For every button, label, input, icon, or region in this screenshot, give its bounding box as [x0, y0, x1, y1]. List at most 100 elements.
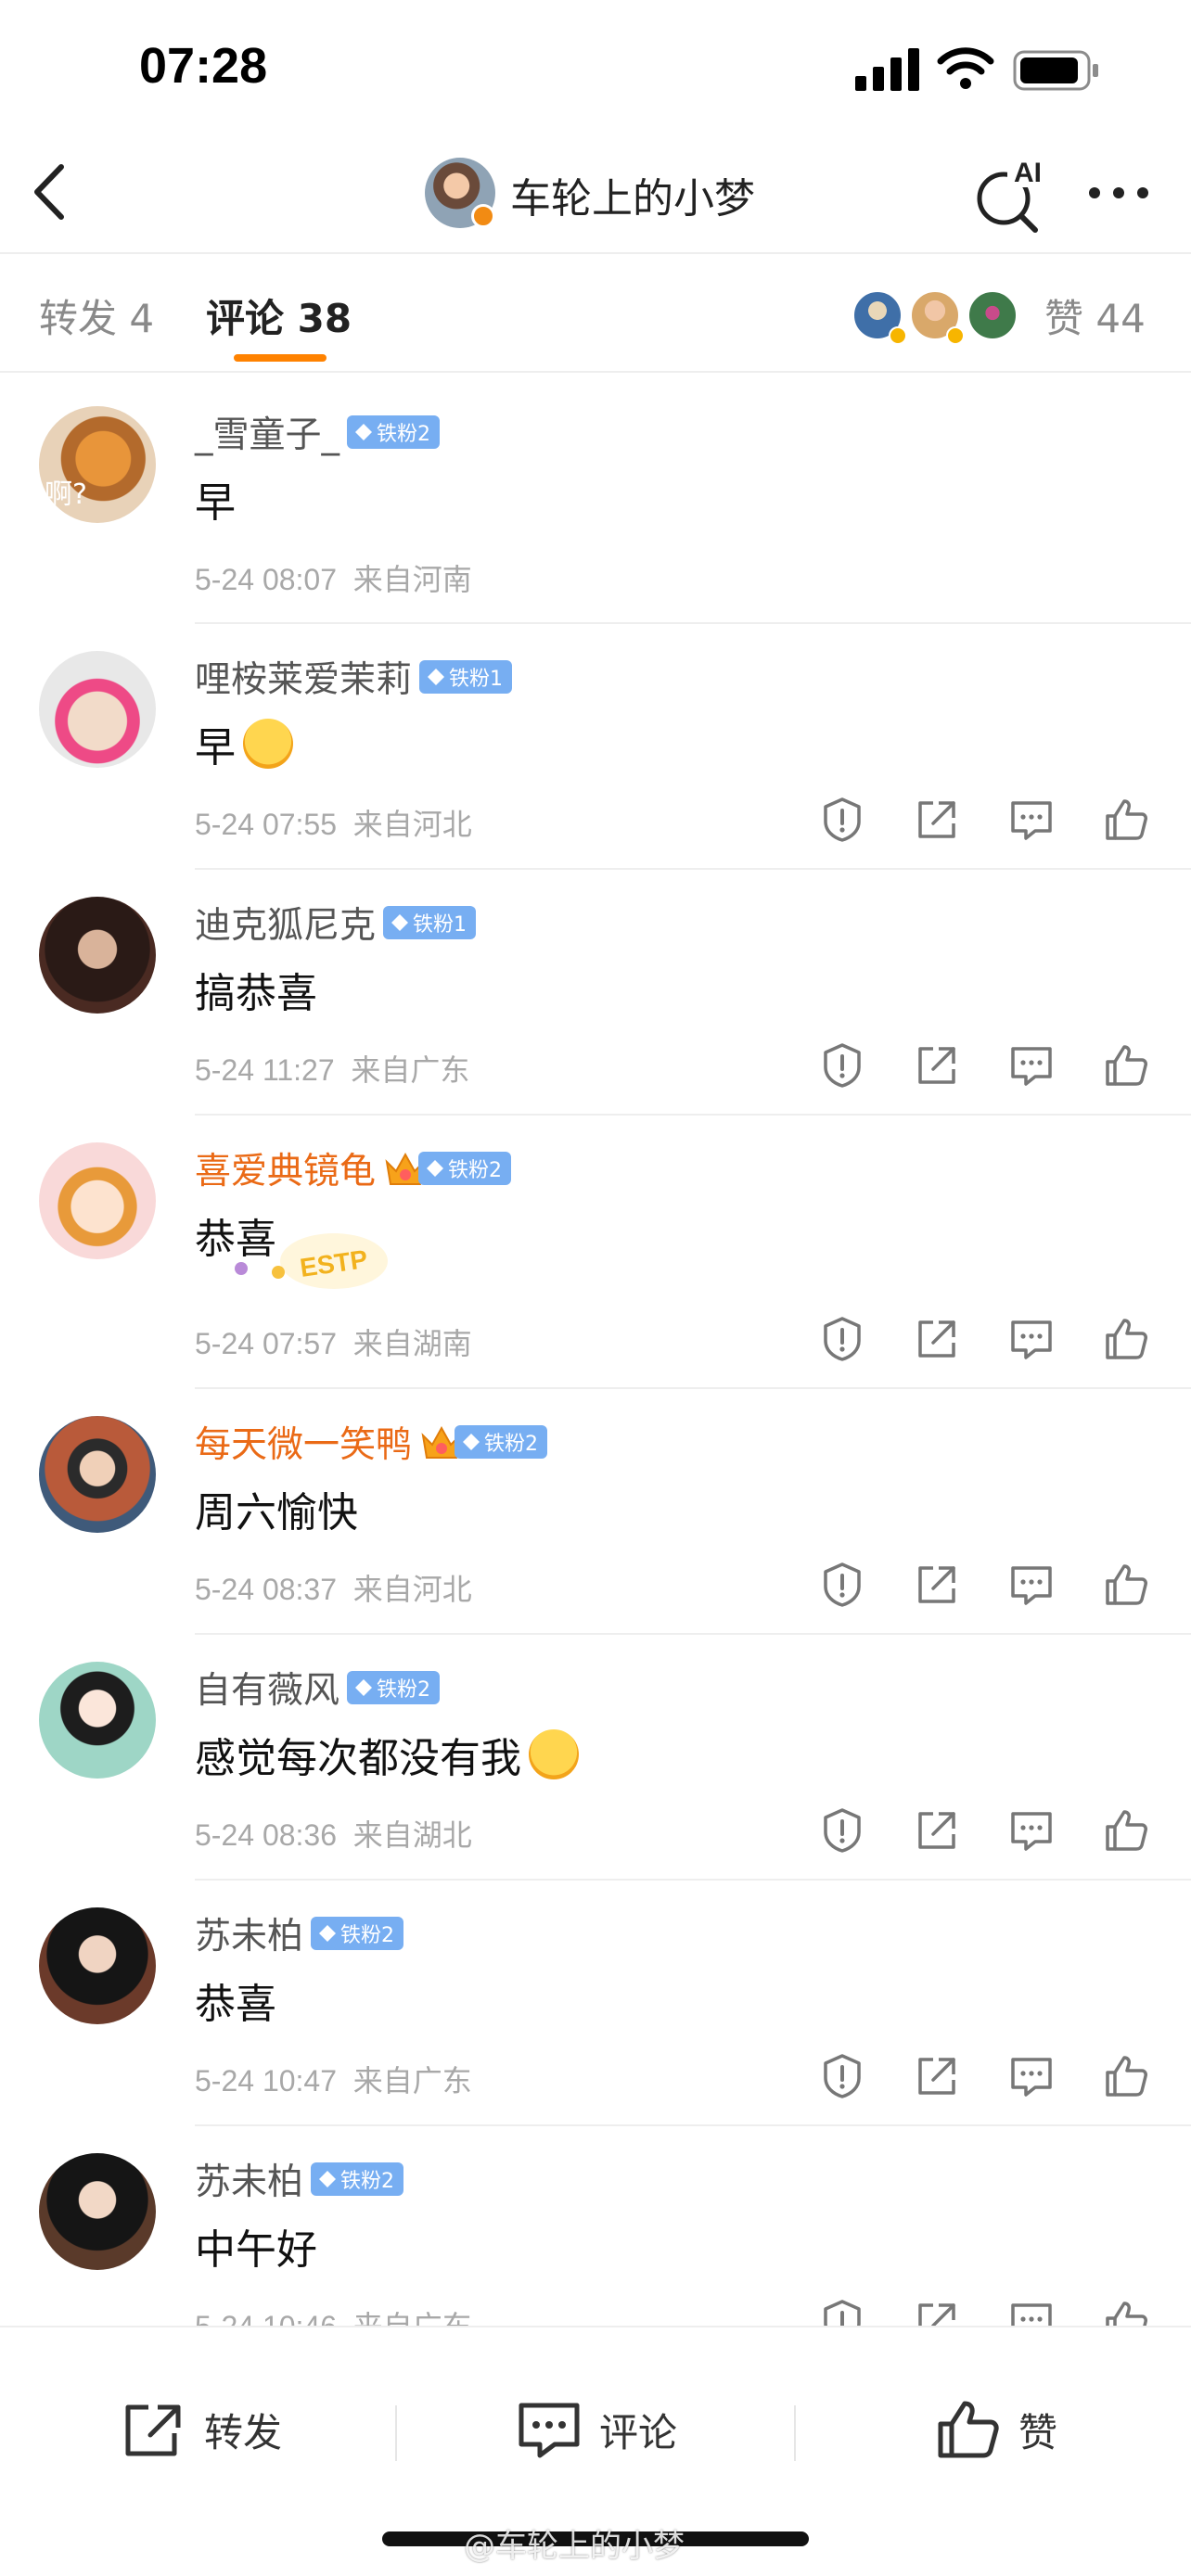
comment-icon[interactable]: [1007, 2052, 1056, 2100]
verified-badge-icon: [946, 326, 965, 345]
watermark: @车轮上的小梦: [464, 2528, 685, 2565]
comment-actions: [818, 1041, 1152, 1093]
like-icon[interactable]: [1102, 1806, 1150, 1855]
commenter-avatar[interactable]: [39, 651, 156, 768]
divider: [195, 1114, 1191, 1116]
repost-icon: [125, 2404, 181, 2456]
kiss-emoji-icon: [243, 719, 293, 769]
share-icon[interactable]: [913, 2052, 961, 2100]
tab-comment[interactable]: 评论 38: [206, 287, 352, 344]
commenter-avatar[interactable]: [39, 2153, 156, 2270]
commenter-avatar[interactable]: [39, 1142, 156, 1259]
diamond-icon: [391, 913, 409, 932]
comment-icon[interactable]: [1007, 1806, 1056, 1855]
back-icon[interactable]: [28, 159, 74, 224]
comment-icon[interactable]: [1007, 796, 1056, 844]
verified-badge-icon: [889, 326, 907, 345]
like-icon[interactable]: [1102, 2052, 1150, 2100]
comment-meta: 5-24 11:27 来自广东: [195, 1047, 469, 1090]
fan-badge: 铁粉2: [311, 2162, 404, 2196]
comment-time: 5-24 11:27: [195, 1053, 335, 1087]
diamond-icon: [462, 1433, 480, 1451]
fan-badge-label: 铁粉1: [449, 668, 504, 691]
like-icon[interactable]: [1102, 796, 1150, 844]
report-icon[interactable]: [818, 1041, 866, 1090]
commenter-name[interactable]: 苏未柏: [195, 2153, 303, 2205]
fan-badge-label: 铁粉1: [413, 913, 467, 937]
comment-time: 5-24 08:36: [195, 1818, 338, 1852]
laugh-cry-emoji-icon: [529, 1729, 579, 1779]
like-label: 赞: [1018, 2409, 1058, 2455]
wifi-icon: [937, 47, 994, 89]
repost-button[interactable]: 转发: [121, 2392, 282, 2467]
commenter-avatar[interactable]: 啊?: [39, 406, 156, 523]
divider: [0, 371, 1191, 373]
comment-meta: 5-24 08:37 来自河北: [195, 1566, 472, 1609]
commenter-name[interactable]: 苏未柏: [195, 1907, 303, 1959]
commenter-avatar[interactable]: [39, 897, 156, 1014]
commenter-avatar[interactable]: [39, 1416, 156, 1533]
estp-sticker: ESTP: [235, 1233, 388, 1289]
comment-location: 来自河南: [352, 563, 472, 596]
like-icon[interactable]: [1102, 1041, 1150, 1090]
nav-bar: 车轮上的小梦 AI: [0, 139, 1191, 250]
tab-like[interactable]: 赞 44: [1044, 287, 1146, 344]
tab-bar: 转发 4 评论 38 赞 44: [0, 254, 1191, 371]
repost-label: 转发: [204, 2409, 283, 2455]
commenter-name[interactable]: 哩桉莱爱茉莉: [195, 651, 412, 703]
share-icon[interactable]: [913, 1806, 961, 1855]
separator: [395, 2405, 397, 2461]
comment-location: 来自广东: [352, 2064, 472, 2098]
comment-icon[interactable]: [1007, 1315, 1056, 1363]
report-icon[interactable]: [818, 2052, 866, 2100]
comment-location: 来自河北: [352, 1573, 472, 1606]
comment-text: 早: [195, 714, 293, 773]
like-icon: [938, 2401, 999, 2458]
share-icon[interactable]: [913, 1041, 961, 1090]
commenter-name[interactable]: 迪克狐尼克: [195, 897, 376, 949]
like-button[interactable]: 赞: [935, 2392, 1057, 2467]
report-icon[interactable]: [818, 1806, 866, 1855]
like-icon[interactable]: [1102, 1561, 1150, 1609]
diamond-icon: [318, 2170, 337, 2188]
comment-text: 中午好: [195, 2226, 317, 2274]
fan-badge-label: 铁粉2: [484, 1433, 539, 1456]
report-icon[interactable]: [818, 1561, 866, 1609]
commenter-avatar[interactable]: [39, 1662, 156, 1779]
liker-avatar[interactable]: [967, 289, 1018, 341]
divider: [195, 1387, 1191, 1389]
share-icon[interactable]: [913, 1561, 961, 1609]
comment-meta: 5-24 10:47 来自广东: [195, 2058, 472, 2100]
comment-icon[interactable]: [1007, 1041, 1056, 1090]
commenter-name[interactable]: 喜爱典镜龟: [195, 1142, 376, 1194]
fan-badge-label: 铁粉2: [340, 2170, 395, 2193]
share-icon[interactable]: [913, 1315, 961, 1363]
comment-header: 喜爱典镜龟 铁粉2: [195, 1142, 512, 1194]
report-icon[interactable]: [818, 796, 866, 844]
diamond-icon: [354, 423, 373, 441]
active-tab-indicator: [234, 354, 327, 362]
comment-meta: 5-24 08:07 来自河南: [195, 556, 472, 599]
tab-repost[interactable]: 转发 4: [39, 287, 154, 344]
commenter-name[interactable]: 每天微一笑鸭: [195, 1416, 412, 1468]
author-name[interactable]: 车轮上的小梦: [510, 165, 755, 224]
verified-badge-icon: [471, 204, 495, 228]
commenter-name[interactable]: 自有薇风: [195, 1662, 339, 1714]
more-icon[interactable]: [1085, 184, 1152, 202]
report-icon[interactable]: [818, 1315, 866, 1363]
share-icon[interactable]: [913, 796, 961, 844]
comment-location: 来自广东: [351, 1053, 470, 1087]
comment-button[interactable]: 评论: [516, 2392, 677, 2467]
comment-icon[interactable]: [1007, 1561, 1056, 1609]
comment-header: 每天微一笑鸭 铁粉2: [195, 1416, 548, 1468]
divider: [195, 1633, 1191, 1635]
ai-search-icon[interactable]: AI: [974, 156, 1048, 234]
comment-text: 感觉每次都没有我: [195, 1725, 579, 1784]
comment-location: 来自湖南: [352, 1327, 472, 1360]
divider: [195, 2124, 1191, 2126]
commenter-avatar[interactable]: [39, 1907, 156, 2024]
comment-time: 5-24 07:57: [195, 1327, 338, 1360]
commenter-name[interactable]: _雪童子_: [195, 406, 339, 458]
comment-actions: [818, 1561, 1152, 1613]
like-icon[interactable]: [1102, 1315, 1150, 1363]
